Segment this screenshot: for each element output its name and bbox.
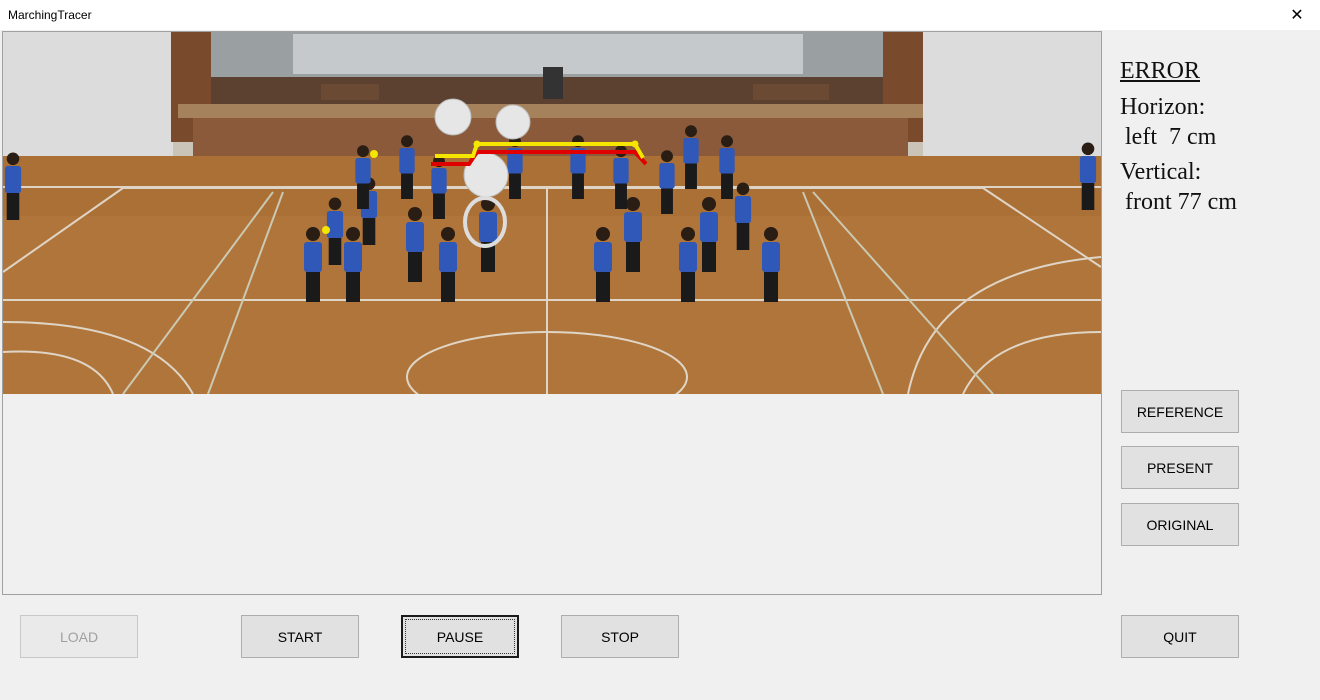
vertical-value: front 77 cm [1125,189,1237,215]
stop-button[interactable]: STOP [561,615,679,658]
pause-button[interactable]: PAUSE [401,615,519,658]
quit-button[interactable]: QUIT [1121,615,1239,658]
original-button[interactable]: ORIGINAL [1121,503,1239,546]
focus-rectangle [405,619,515,654]
reference-button[interactable]: REFERENCE [1121,390,1239,433]
video-panel [2,31,1102,595]
error-title: ERROR [1120,58,1201,84]
video-frame [3,32,1101,394]
close-icon[interactable]: ✕ [1274,0,1320,30]
horizon-value: left 7 cm [1125,124,1217,150]
vertical-label: Vertical: [1120,159,1202,185]
window-title: MarchingTracer [8,8,92,22]
present-button[interactable]: PRESENT [1121,446,1239,489]
title-bar: MarchingTracer ✕ [0,0,1320,30]
video-image [3,32,1101,394]
load-button[interactable]: LOAD [20,615,138,658]
start-button[interactable]: START [241,615,359,658]
horizon-label: Horizon: [1120,94,1206,120]
